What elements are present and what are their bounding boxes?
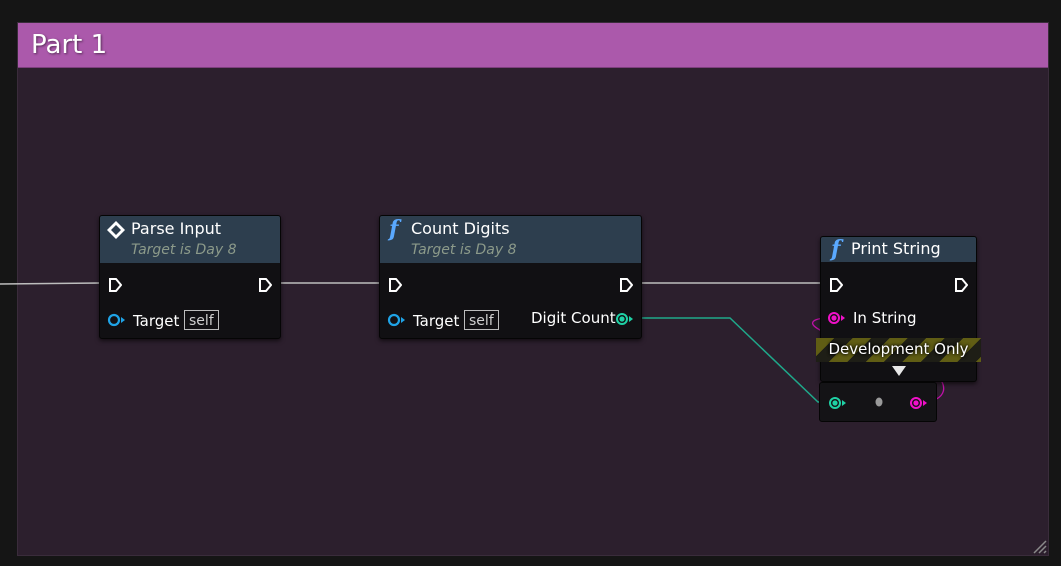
target-pin-icon[interactable] xyxy=(387,313,407,327)
digit-count-pin-icon[interactable] xyxy=(615,312,635,326)
exec-out-pin-icon[interactable] xyxy=(619,277,633,293)
to-string-conversion-node[interactable] xyxy=(819,382,937,422)
node-title: Print String xyxy=(851,239,941,258)
node-title: Parse Input xyxy=(131,219,221,238)
exec-in-pin-icon[interactable] xyxy=(829,277,843,293)
string-output-pin-icon[interactable] xyxy=(909,396,929,410)
diamond-icon xyxy=(106,220,126,240)
comment-title: Part 1 xyxy=(31,30,107,60)
conversion-dot-icon xyxy=(874,396,884,408)
node-title: Count Digits xyxy=(411,219,510,238)
node-subtitle: Target is Day 8 xyxy=(131,242,237,258)
target-pin-icon[interactable] xyxy=(107,313,127,327)
parse-input-node[interactable]: Parse Input Target is Day 8 Target self xyxy=(99,215,281,339)
development-only-label: Development Only xyxy=(816,340,981,358)
exec-out-pin-icon[interactable] xyxy=(954,277,968,293)
resize-grip-icon[interactable] xyxy=(1026,533,1048,555)
digit-count-label: Digit Count xyxy=(531,309,616,327)
in-string-label: In String xyxy=(853,309,916,327)
exec-in-pin-icon[interactable] xyxy=(108,277,122,293)
function-f-icon: f xyxy=(831,238,840,260)
target-default-value[interactable]: self xyxy=(464,310,499,330)
target-default-value[interactable]: self xyxy=(184,310,219,330)
in-string-pin-icon[interactable] xyxy=(827,311,847,325)
expand-arrow-icon[interactable] xyxy=(891,365,907,377)
function-f-icon: f xyxy=(389,218,398,240)
development-only-banner: Development Only xyxy=(816,338,981,362)
target-label: Target xyxy=(133,312,179,330)
exec-out-pin-icon[interactable] xyxy=(258,277,272,293)
node-subtitle: Target is Day 8 xyxy=(411,242,517,258)
exec-in-pin-icon[interactable] xyxy=(388,277,402,293)
integer-input-pin-icon[interactable] xyxy=(828,396,848,410)
target-label: Target xyxy=(413,312,459,330)
count-digits-node[interactable]: f Count Digits Target is Day 8 Target se… xyxy=(379,215,642,339)
comment-header[interactable]: Part 1 xyxy=(18,23,1048,68)
